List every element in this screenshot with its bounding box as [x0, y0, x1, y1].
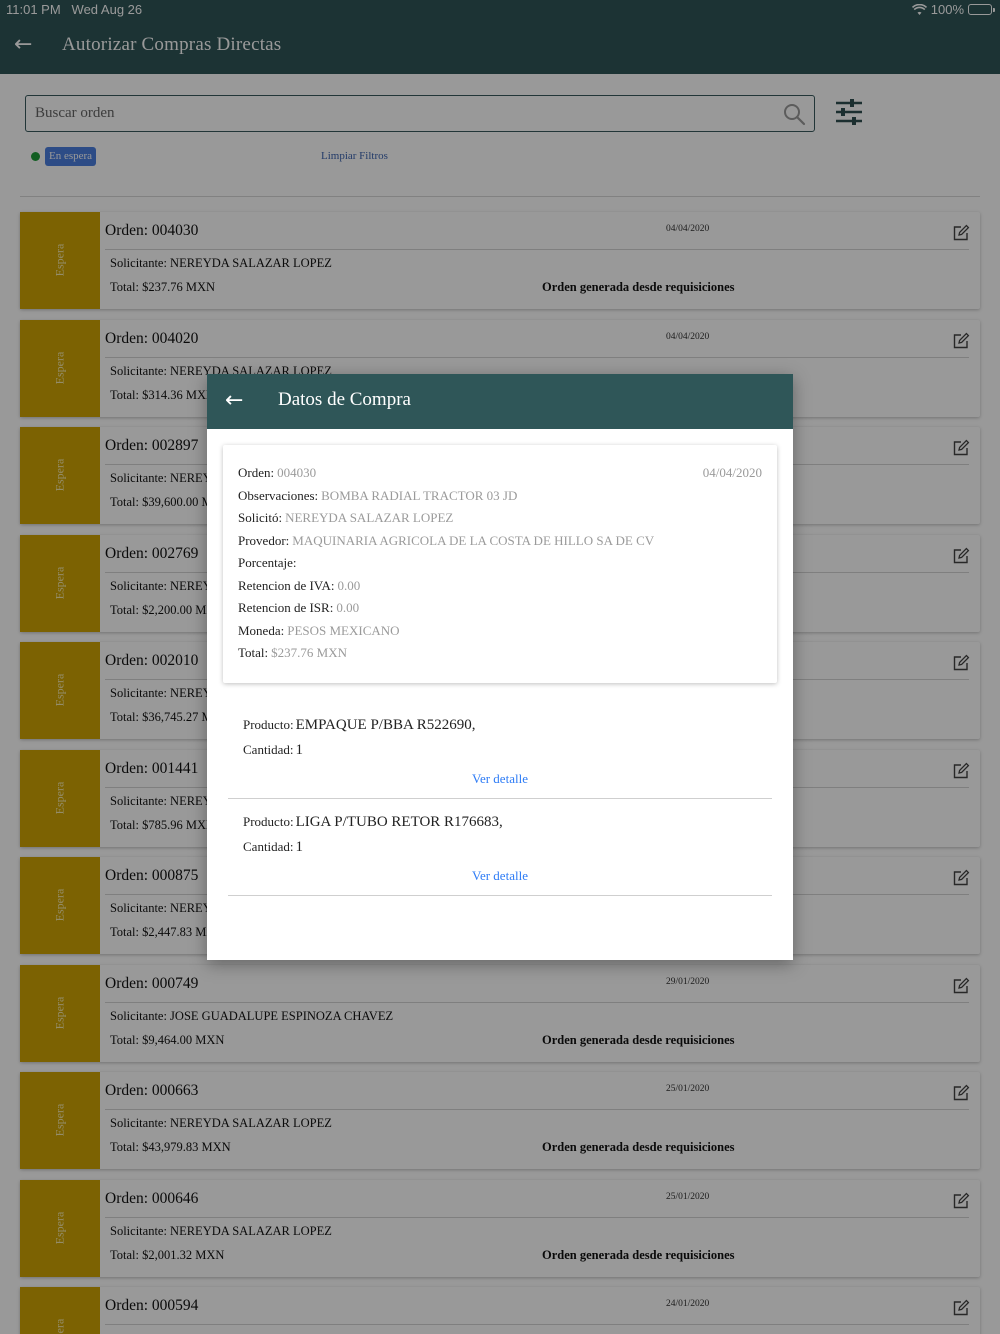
field-value: $237.76 MXN	[271, 645, 347, 660]
product-line: Producto: EMPAQUE P/BBA R522690,	[243, 717, 476, 733]
quantity-line: Cantidad: 1	[243, 839, 304, 855]
product-name: EMPAQUE P/BBA R522690,	[295, 717, 476, 733]
purchase-date: 04/04/2020	[702, 465, 762, 480]
product-quantity: 1	[295, 742, 304, 758]
field-label: Retencion de IVA:	[238, 577, 335, 593]
purchase-details-dialog: ← Datos de Compra 04/04/2020 Orden: 00403…	[207, 374, 793, 960]
purchase-field: Orden: 004030	[238, 465, 316, 481]
quantity-line: Cantidad: 1	[243, 742, 304, 758]
product-divider	[228, 798, 772, 799]
field-value: MAQUINARIA AGRICOLA DE LA COSTA DE HILLO…	[292, 532, 655, 548]
purchase-field: Porcentaje:	[238, 555, 299, 571]
field-label: Porcentaje:	[238, 555, 297, 570]
field-value: 0.00	[336, 600, 360, 615]
field-label: Solicitó:	[238, 510, 283, 525]
view-detail-link[interactable]: Ver detalle	[228, 771, 772, 787]
field-label: Observaciones:	[238, 487, 319, 503]
purchase-field: Moneda: PESOS MEXICANO	[238, 623, 400, 639]
field-value: NEREYDA SALAZAR LOPEZ	[285, 510, 454, 525]
product-line: Producto: LIGA P/TUBO RETOR R176683,	[243, 814, 503, 830]
purchase-field: Observaciones: BOMBA RADIAL TRACTOR 03 JD	[238, 488, 517, 504]
purchase-field: Provedor: MAQUINARIA AGRICOLA DE LA COSTA…	[238, 533, 654, 549]
dialog-back-arrow-icon[interactable]: ←	[225, 390, 243, 412]
purchase-info-card: 04/04/2020 Orden: 004030 Observaciones: BOM…	[223, 445, 777, 683]
field-label: Provedor:	[238, 532, 290, 548]
field-value: 004030	[277, 465, 317, 480]
product-quantity: 1	[295, 839, 304, 855]
purchase-field: Total: $237.76 MXN	[238, 645, 347, 661]
field-label: Total:	[238, 645, 269, 660]
view-detail-link[interactable]: Ver detalle	[228, 868, 772, 884]
field-value: 0.00	[337, 577, 361, 593]
field-label: Retencion de ISR:	[238, 600, 334, 615]
product-name: LIGA P/TUBO RETOR R176683,	[295, 814, 503, 830]
dialog-title: Datos de Compra	[278, 389, 411, 410]
field-value: BOMBA RADIAL TRACTOR 03 JD	[321, 487, 518, 503]
purchase-field: Solicitó: NEREYDA SALAZAR LOPEZ	[238, 510, 453, 526]
dialog-header: ← Datos de Compra	[207, 374, 793, 429]
field-label: Moneda:	[238, 622, 285, 638]
field-value: PESOS MEXICANO	[287, 622, 400, 638]
product-divider	[228, 895, 772, 896]
purchase-field: Retencion de ISR: 0.00	[238, 600, 359, 616]
purchase-field: Retencion de IVA: 0.00	[238, 578, 360, 594]
field-label: Orden:	[238, 465, 275, 480]
